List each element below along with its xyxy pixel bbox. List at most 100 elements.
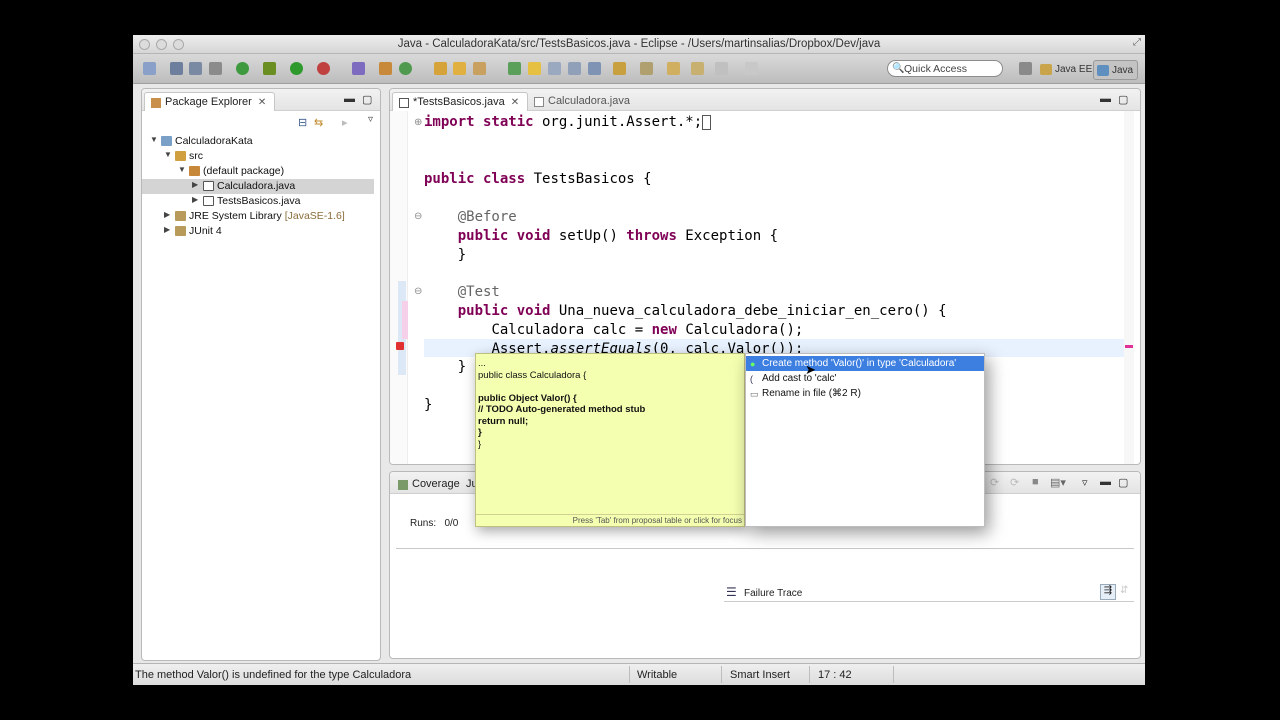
save-icon[interactable] <box>170 62 183 75</box>
skip-breakpoints-icon[interactable] <box>352 62 365 75</box>
quick-fix-preview[interactable]: ... public class Calculadora { public Ob… <box>475 353 745 527</box>
error-marker-icon[interactable] <box>1125 345 1133 348</box>
tree-item-jre-library[interactable]: ▶ JRE System Library [JavaSE-1.6] <box>142 209 374 224</box>
save-all-icon[interactable] <box>189 62 202 75</box>
rerun-icon[interactable]: ⟳ <box>990 476 999 489</box>
back-icon[interactable] <box>691 62 704 75</box>
new-package-icon[interactable] <box>379 62 392 75</box>
collapsed-icon[interactable]: ▶ <box>192 195 198 204</box>
close-icon[interactable]: ✕ <box>258 97 266 108</box>
tree-label: Calculadora.java <box>217 180 296 192</box>
open-task-icon[interactable] <box>453 62 466 75</box>
collapsed-icon[interactable]: ▶ <box>164 225 170 234</box>
history-icon[interactable]: ▤▾ <box>1050 476 1066 489</box>
quick-fix-proposals[interactable]: ● Create method 'Valor()' in type 'Calcu… <box>745 353 985 527</box>
proposal-create-method[interactable]: ● Create method 'Valor()' in type 'Calcu… <box>746 356 984 371</box>
perspective-label: Java EE <box>1055 64 1093 75</box>
compare-icon[interactable]: ⇵ <box>1120 585 1128 596</box>
new-icon[interactable] <box>143 62 156 75</box>
search-icon: 🔍 <box>892 63 905 74</box>
proposal-rename[interactable]: ▭ Rename in file (⌘2 R) <box>746 386 984 401</box>
collapse-all-icon[interactable]: ⊟ <box>298 116 307 129</box>
previous-annotation-icon[interactable] <box>640 62 653 75</box>
print-icon[interactable] <box>209 62 222 75</box>
source-folder-icon <box>175 151 186 161</box>
proposal-label: Add cast to 'calc' <box>762 373 837 384</box>
maximize-icon[interactable]: ▢ <box>1118 476 1128 489</box>
runs-label: Runs: <box>410 518 437 529</box>
code-token: public void <box>457 302 551 319</box>
stop-icon[interactable]: ■ <box>1032 476 1039 488</box>
tree-item-junit[interactable]: ▶ JUnit 4 <box>142 224 374 239</box>
code-token: Una_nueva_calculadora_debe_iniciar_en_ce… <box>550 302 947 319</box>
java-file-icon <box>203 196 214 206</box>
minimize-icon[interactable]: ▬ <box>1100 93 1111 105</box>
last-edit-icon[interactable] <box>667 62 680 75</box>
maximize-icon[interactable]: ▢ <box>1118 93 1128 106</box>
tree-item-default-package[interactable]: ▼ (default package) <box>142 164 374 179</box>
highlight-icon[interactable] <box>528 62 541 75</box>
maximize-icon[interactable]: ▢ <box>362 93 372 106</box>
perspective-java[interactable]: Java <box>1093 60 1139 80</box>
fold-icon[interactable]: ⊖ <box>414 286 422 297</box>
tree-label: (default package) <box>203 165 285 177</box>
link-with-editor-icon[interactable]: ⇆ <box>314 116 323 129</box>
preview-line: public Object Valor() { <box>478 392 577 404</box>
filter-stack-icon[interactable]: ⇶ <box>1100 584 1116 600</box>
tree-item-src[interactable]: ▼ src <box>142 149 374 164</box>
show-source-icon[interactable] <box>588 62 601 75</box>
focus-icon[interactable]: ▸ <box>342 116 348 129</box>
tab-testsbasicos[interactable]: *TestsBasicos.java ✕ <box>392 92 529 111</box>
expanded-icon[interactable]: ▼ <box>178 165 186 174</box>
run-icon[interactable] <box>290 62 303 75</box>
toggle-mark-icon[interactable] <box>508 62 521 75</box>
proposal-label: Create method 'Valor()' in type 'Calcula… <box>762 358 957 369</box>
mouse-cursor-icon: ➤ <box>805 362 816 377</box>
collapsed-icon[interactable]: ▶ <box>192 180 198 189</box>
proposal-add-cast[interactable]: ( Add cast to 'calc' <box>746 371 984 386</box>
code-token: TestsBasicos { <box>525 171 652 188</box>
tree-item-testsbasicos[interactable]: ▶ TestsBasicos.java <box>142 194 374 209</box>
code-token: @Test <box>457 284 500 301</box>
open-perspective-icon[interactable] <box>1019 62 1032 75</box>
pin-editor-icon[interactable] <box>745 62 758 75</box>
new-class-icon[interactable] <box>399 62 412 75</box>
open-type-icon[interactable] <box>434 62 447 75</box>
fold-icon[interactable]: ⊖ <box>414 211 422 222</box>
minimize-icon[interactable]: ▬ <box>344 93 355 105</box>
view-menu-icon[interactable]: ▿ <box>1082 476 1088 489</box>
block-select-icon[interactable] <box>568 62 581 75</box>
search-icon[interactable] <box>473 62 486 75</box>
show-whitespace-icon[interactable] <box>548 62 561 75</box>
perspective-java-ee[interactable]: Java EE <box>1037 60 1096 80</box>
tree-item-calculadora[interactable]: ▶ Calculadora.java <box>142 179 374 194</box>
tab-calculadora[interactable]: Calculadora.java <box>528 92 638 111</box>
collapsed-icon[interactable]: ▶ <box>164 210 170 219</box>
title-bar: Java - CalculadoraKata/src/TestsBasicos.… <box>133 35 1145 54</box>
next-annotation-icon[interactable] <box>613 62 626 75</box>
debug-icon[interactable] <box>263 62 276 75</box>
run-as-icon[interactable] <box>236 62 249 75</box>
forward-icon[interactable] <box>715 62 728 75</box>
fullscreen-icon[interactable]: ⤢ <box>1133 37 1141 48</box>
expanded-icon[interactable]: ▼ <box>164 150 172 159</box>
rerun-failed-icon[interactable]: ⟳ <box>1010 476 1019 489</box>
code-token: new <box>651 321 677 338</box>
error-icon[interactable] <box>396 342 404 350</box>
divider <box>893 666 894 683</box>
quick-access-field[interactable]: 🔍 Quick Access <box>887 60 1003 77</box>
tree-item-project[interactable]: ▼ CalculadoraKata <box>142 134 374 149</box>
code-token: throws <box>626 227 677 244</box>
fold-icon[interactable]: ⊕ <box>414 117 422 128</box>
status-insert-mode: Smart Insert <box>730 669 790 681</box>
focus-hint: Press 'Tab' from proposal table or click… <box>572 516 742 525</box>
cast-icon: ( <box>750 374 753 384</box>
view-menu-icon[interactable]: ▿ <box>368 114 373 125</box>
minimize-icon[interactable]: ▬ <box>1100 476 1111 488</box>
tab-coverage[interactable]: Coverage <box>392 475 468 494</box>
progress-bar <box>396 548 1134 549</box>
expanded-icon[interactable]: ▼ <box>150 135 158 144</box>
close-icon[interactable]: ✕ <box>511 97 519 108</box>
tab-package-explorer[interactable]: Package Explorer ✕ <box>144 92 276 111</box>
external-tools-icon[interactable] <box>317 62 330 75</box>
